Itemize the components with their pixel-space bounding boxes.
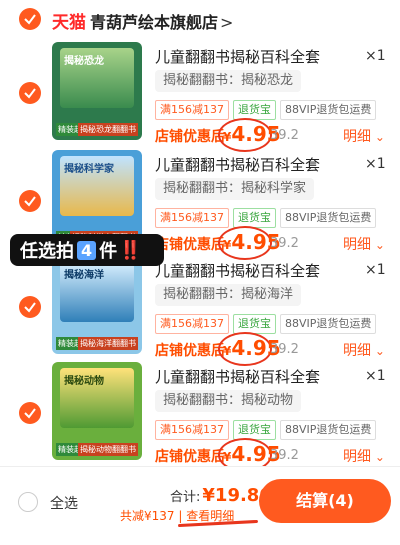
return-tag: 退货宝 [233, 208, 276, 228]
original-price: 39.2 [270, 342, 299, 357]
return-tag: 退货宝 [233, 420, 276, 440]
return-tag: 退货宝 [233, 314, 276, 334]
select-all-radio[interactable] [18, 492, 38, 512]
total-summary: 合计: ¥19.80 [170, 485, 272, 506]
item-title[interactable]: 儿童翻翻书揭秘百科全套 [155, 366, 320, 387]
discount-label: 店铺优惠后 [155, 129, 225, 145]
promo-tag: 满156减137 [155, 420, 229, 440]
book-cover-image: 揭秘科学家 [60, 156, 134, 216]
checkmark-icon [24, 408, 36, 419]
product-thumbnail[interactable]: 揭秘动物 精装超板书 揭秘动物翻翻书 [52, 362, 142, 460]
checkout-button[interactable]: 结算(4) [259, 479, 391, 523]
detail-label: 明细 [343, 343, 371, 359]
shop-checkbox[interactable] [19, 8, 41, 30]
product-thumbnail[interactable]: 揭秘海洋 精装超板书 揭秘海洋翻翻书 [52, 256, 142, 354]
checkmark-icon [24, 196, 36, 207]
item-quantity: ×1 [365, 262, 386, 278]
total-label: 合计: [170, 490, 201, 505]
discount-label: 店铺优惠后 [155, 449, 225, 465]
detail-label: 明细 [343, 129, 371, 145]
original-price: 39.2 [270, 448, 299, 463]
overlay-text: 任选拍 [20, 241, 74, 262]
thumb-badge: 揭秘动物翻翻书 [78, 443, 138, 456]
overlay-text: 件 [99, 241, 118, 262]
checkmark-icon [24, 88, 36, 99]
promo-overlay-caption: 任选拍 4 件 ‼️ [10, 234, 164, 266]
cart-item[interactable]: 揭秘动物 精装超板书 揭秘动物翻翻书 儿童翻翻书揭秘百科全套 ×1 揭秘翻翻书：… [0, 362, 400, 472]
original-price: 39.2 [270, 236, 299, 251]
shop-name-text: 青葫芦绘本旗舰店 [90, 13, 219, 32]
book-cover-image: 揭秘动物 [60, 368, 134, 428]
item-checkbox[interactable] [19, 190, 41, 212]
promo-tags: 满156减137 退货宝 88VIP退货包运费 [155, 100, 377, 120]
thumb-title: 揭秘科学家 [64, 164, 114, 175]
product-thumbnail[interactable]: 揭秘恐龙 精装超板书 揭秘恐龙翻翻书 [52, 42, 142, 140]
vip-tag: 88VIP退货包运费 [280, 208, 377, 228]
chevron-down-icon: ⌄ [371, 344, 385, 358]
chevron-right-icon: > [220, 13, 234, 32]
promo-tag: 满156减137 [155, 314, 229, 334]
detail-link[interactable]: 明细 ⌄ [343, 234, 385, 254]
original-price: 39.2 [270, 128, 299, 143]
detail-label: 明细 [343, 449, 371, 465]
item-quantity: ×1 [365, 48, 386, 64]
discount-label: 店铺优惠后 [155, 237, 225, 253]
promo-tags: 满156减137 退货宝 88VIP退货包运费 [155, 420, 377, 440]
overlay-number: 4 [77, 240, 97, 260]
item-checkbox[interactable] [19, 296, 41, 318]
item-title[interactable]: 儿童翻翻书揭秘百科全套 [155, 46, 320, 67]
item-quantity: ×1 [365, 156, 386, 172]
chevron-down-icon: ⌄ [371, 450, 385, 464]
item-spec[interactable]: 揭秘翻翻书：揭秘科学家 [155, 178, 315, 200]
book-cover-image: 揭秘恐龙 [60, 48, 134, 108]
shop-header[interactable]: 天猫 青葫芦绘本旗舰店 > [0, 0, 400, 40]
thumb-title: 揭秘恐龙 [64, 56, 104, 67]
checkmark-icon [24, 302, 36, 313]
item-spec[interactable]: 揭秘翻翻书：揭秘海洋 [155, 284, 302, 306]
checkmark-icon [24, 14, 36, 25]
thumb-title: 揭秘海洋 [64, 270, 104, 281]
detail-label: 明细 [343, 237, 371, 253]
promo-tag: 满156减137 [155, 100, 229, 120]
vip-tag: 88VIP退货包运费 [280, 100, 377, 120]
thumb-title: 揭秘动物 [64, 376, 104, 387]
promo-tag: 满156减137 [155, 208, 229, 228]
cart-item[interactable]: 揭秘海洋 精装超板书 揭秘海洋翻翻书 儿童翻翻书揭秘百科全套 ×1 揭秘翻翻书：… [0, 256, 400, 366]
item-checkbox[interactable] [19, 402, 41, 424]
detail-link[interactable]: 明细 ⌄ [343, 126, 385, 146]
item-title[interactable]: 儿童翻翻书揭秘百科全套 [155, 260, 320, 281]
book-cover-image: 揭秘海洋 [60, 262, 134, 322]
return-tag: 退货宝 [233, 100, 276, 120]
shop-name[interactable]: 青葫芦绘本旗舰店 > [90, 9, 233, 33]
thumb-badge: 揭秘恐龙翻翻书 [78, 123, 138, 136]
item-spec[interactable]: 揭秘翻翻书：揭秘动物 [155, 390, 302, 412]
promo-tags: 满156减137 退货宝 88VIP退货包运费 [155, 314, 377, 334]
item-checkbox[interactable] [19, 82, 41, 104]
item-quantity: ×1 [365, 368, 386, 384]
chevron-down-icon: ⌄ [371, 130, 385, 144]
vip-tag: 88VIP退货包运费 [280, 314, 377, 334]
item-title[interactable]: 儿童翻翻书揭秘百科全套 [155, 154, 320, 175]
vip-tag: 88VIP退货包运费 [280, 420, 377, 440]
detail-link[interactable]: 明细 ⌄ [343, 446, 385, 466]
promo-tags: 满156减137 退货宝 88VIP退货包运费 [155, 208, 377, 228]
cart-item[interactable]: 揭秘恐龙 精装超板书 揭秘恐龙翻翻书 儿童翻翻书揭秘百科全套 ×1 揭秘翻翻书：… [0, 42, 400, 152]
tmall-logo: 天猫 [52, 13, 86, 33]
checkout-bar: 全选 合计: ¥19.80 共减¥137 | 查看明细 结算(4) [0, 466, 400, 545]
thumb-badge: 揭秘海洋翻翻书 [78, 337, 138, 350]
exclamation-icon: ‼️ [119, 239, 142, 261]
detail-link[interactable]: 明细 ⌄ [343, 340, 385, 360]
discount-label: 店铺优惠后 [155, 343, 225, 359]
select-all-label[interactable]: 全选 [50, 493, 78, 513]
item-spec[interactable]: 揭秘翻翻书：揭秘恐龙 [155, 70, 302, 92]
chevron-down-icon: ⌄ [371, 238, 385, 252]
